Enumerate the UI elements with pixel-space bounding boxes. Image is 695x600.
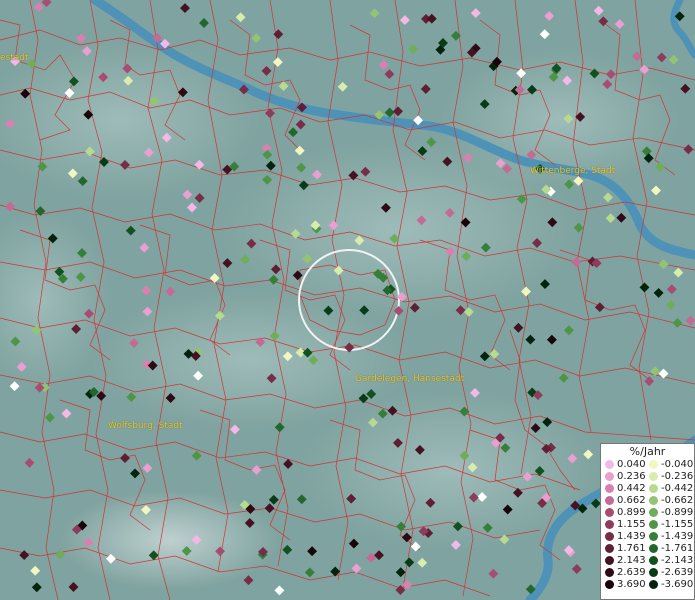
legend-swatch-negative [649, 472, 658, 481]
legend-rows: 0.040 -0.040 0.236 -0.236 0.442 -0.442 0.662 -0… [601, 459, 694, 591]
legend-label-positive: 1.439 [617, 531, 646, 542]
legend-swatch-positive [605, 556, 614, 565]
legend-swatch-positive [605, 484, 614, 493]
legend-swatch-negative [649, 568, 658, 577]
legend-row: 3.690 -3.690 [601, 579, 694, 591]
legend-swatch-negative [649, 544, 658, 553]
legend-swatch-positive [605, 496, 614, 505]
legend-row: 0.899 -0.899 [601, 507, 694, 519]
legend-label-negative: -2.639 [661, 567, 694, 578]
legend-row: 2.639 -2.639 [601, 567, 694, 579]
legend-swatch-positive [605, 568, 614, 577]
legend-swatch-negative [649, 496, 658, 505]
map-canvas[interactable] [0, 0, 695, 600]
legend-row: 0.442 -0.442 [601, 483, 694, 495]
legend-row: 1.439 -1.439 [601, 531, 694, 543]
legend-swatch-positive [605, 544, 614, 553]
legend-label-positive: 0.040 [617, 459, 646, 470]
legend-label-positive: 3.690 [617, 579, 646, 590]
legend-label-negative: -1.439 [661, 531, 694, 542]
legend-label-negative: -0.899 [661, 507, 694, 518]
legend-label-negative: -0.442 [661, 483, 694, 494]
legend-swatch-positive [605, 532, 614, 541]
legend-label-positive: 0.442 [617, 483, 646, 494]
legend-label-negative: -0.662 [661, 495, 694, 506]
legend-row: 2.143 -2.143 [601, 555, 694, 567]
legend-label-positive: 1.761 [617, 543, 646, 554]
legend-swatch-positive [605, 508, 614, 517]
legend-row: 0.662 -0.662 [601, 495, 694, 507]
legend-label-negative: -3.690 [661, 579, 694, 590]
legend-swatch-negative [649, 460, 658, 469]
place-label-estadt: estadt [0, 53, 29, 63]
legend-swatch-positive [605, 460, 614, 469]
place-label-wolfsburg: Wolfsburg, Stadt [108, 421, 183, 431]
legend-label-negative: -1.155 [661, 519, 694, 530]
place-label-gardelegen: Gardelegen, Hansestadt [355, 374, 465, 384]
legend-label-negative: -0.040 [661, 459, 694, 470]
legend-swatch-positive [605, 472, 614, 481]
legend-label-negative: -0.236 [661, 471, 694, 482]
legend-swatch-negative [649, 556, 658, 565]
legend-swatch-negative [649, 580, 658, 589]
legend-swatch-negative [649, 532, 658, 541]
legend-label-positive: 1.155 [617, 519, 646, 530]
legend-label-positive: 2.143 [617, 555, 646, 566]
legend-row: 1.155 -1.155 [601, 519, 694, 531]
legend-row: 1.761 -1.761 [601, 543, 694, 555]
legend-row: 0.236 -0.236 [601, 471, 694, 483]
legend-label-positive: 0.236 [617, 471, 646, 482]
legend-swatch-positive [605, 580, 614, 589]
legend-row: 0.040 -0.040 [601, 459, 694, 471]
legend-title: %/Jahr [629, 445, 666, 458]
legend-label-negative: -2.143 [661, 555, 694, 566]
legend-swatch-negative [649, 484, 658, 493]
legend-label-positive: 2.639 [617, 567, 646, 578]
legend-swatch-negative [649, 508, 658, 517]
legend-swatch-positive [605, 520, 614, 529]
legend-label-positive: 0.662 [617, 495, 646, 506]
legend-label-positive: 0.899 [617, 507, 646, 518]
place-label-wittenberge: Wittenberge, Stadt [530, 166, 616, 176]
legend-swatch-negative [649, 520, 658, 529]
legend-label-negative: -1.761 [661, 543, 694, 554]
legend: %/Jahr 0.040 -0.040 0.236 -0.236 0.442 -0.442… [600, 443, 695, 600]
